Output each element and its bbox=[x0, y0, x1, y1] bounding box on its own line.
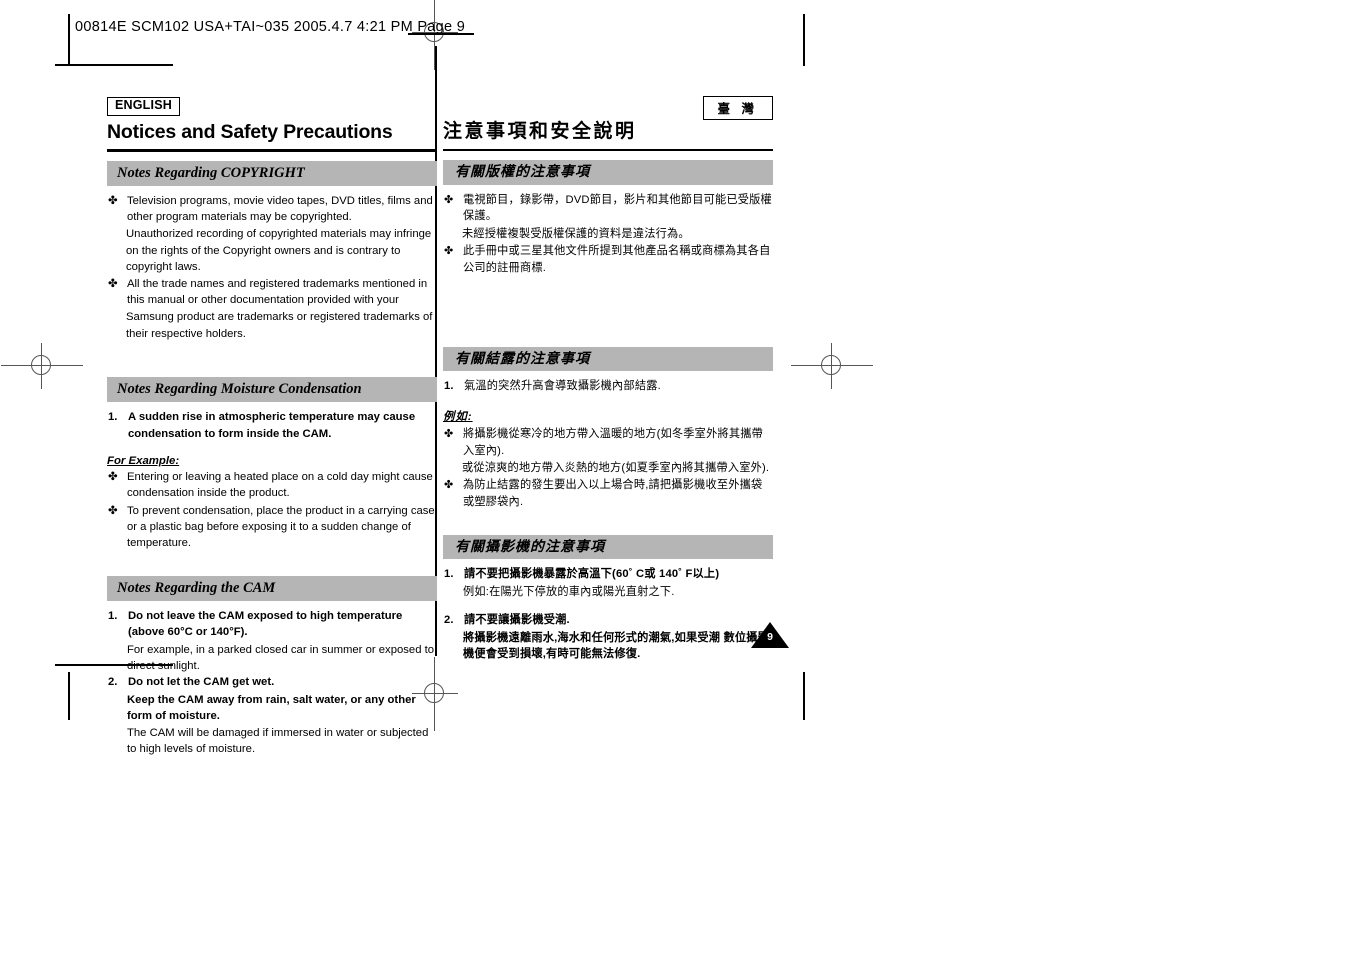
section-heading-copyright-zh: 有關版權的注意事項 bbox=[443, 160, 773, 185]
list-number: 2. bbox=[108, 676, 118, 689]
section-heading-cam-zh: 有關攝影機的注意事項 bbox=[443, 534, 773, 560]
bullet-icon: ✤ bbox=[444, 193, 454, 206]
page-number-label: 9 bbox=[767, 631, 773, 643]
for-example-label-zh: 例如: bbox=[443, 410, 473, 423]
paragraph-text: Samsung product are trademarks or regist… bbox=[126, 311, 433, 340]
list-item: ✤ 此手冊中或三星其他文件所提到其他產品名稱或商標為其各自公司的註冊商標. bbox=[443, 243, 773, 277]
list-item: 1. Do not leave the CAM exposed to high … bbox=[107, 608, 437, 641]
section-body-moisture: 1. A sudden rise in atmospheric temperat… bbox=[107, 402, 437, 552]
list-item-text: Do not leave the CAM exposed to high tem… bbox=[128, 609, 403, 639]
list-number: 1. bbox=[108, 609, 118, 622]
paragraph-text: 或從涼爽的地方帶入炎熱的地方(如夏季室內將其攜帶入室外). bbox=[462, 462, 770, 475]
chinese-column: 臺 灣 注意事項和安全說明 有關版權的注意事項 ✤ 電視節目，錄影帶，DVD節目… bbox=[443, 96, 773, 663]
list-item-text: 此手冊中或三星其他文件所提到其他產品名稱或商標為其各自公司的註冊商標. bbox=[463, 244, 771, 274]
bullet-icon: ✤ bbox=[444, 244, 454, 257]
film-slug-text: 00814E SCM102 USA+TAI~035 2005.4.7 4:21 … bbox=[75, 19, 466, 35]
language-badge-taiwan: 臺 灣 bbox=[702, 96, 773, 120]
crop-mark-bottom-left-vertical bbox=[68, 672, 70, 720]
list-number: 2. bbox=[444, 613, 454, 626]
list-item-text: Television programs, movie video tapes, … bbox=[127, 194, 433, 224]
section-body-copyright-zh: ✤ 電視節目，錄影帶，DVD節目，影片和其他節目可能已受版權保護。 未經授權複製… bbox=[443, 185, 773, 277]
paragraph-text: Unauthorized recording of copyrighted ma… bbox=[126, 228, 432, 274]
list-item-text: 將攝影機從寒冷的地方帶入溫暖的地方(如冬季室外將其攜帶入室內). bbox=[463, 427, 764, 457]
title-rule-english bbox=[107, 149, 437, 152]
paragraph-text: For example, in a parked closed car in s… bbox=[127, 643, 435, 673]
page-title-chinese: 注意事項和安全說明 bbox=[443, 121, 637, 142]
bullet-icon: ✤ bbox=[444, 479, 454, 492]
registration-mark-left bbox=[1, 343, 83, 389]
film-slug-underline bbox=[408, 33, 474, 35]
list-item: 1. A sudden rise in atmospheric temperat… bbox=[107, 409, 437, 442]
list-item-text: 電視節目，錄影帶，DVD節目，影片和其他節目可能已受版權保護。 bbox=[463, 193, 772, 223]
document-page: 00814E SCM102 USA+TAI~035 2005.4.7 4:21 … bbox=[0, 0, 1348, 954]
list-item: 2. 請不要讓攝影機受潮. bbox=[443, 612, 773, 629]
paragraph-text: 將攝影機遠離雨水,海水和任何形式的潮氣,如果受潮 數位攝影機便會受到損壞,有時可… bbox=[463, 631, 770, 661]
bullet-icon: ✤ bbox=[108, 277, 118, 290]
list-item: ✤ Television programs, movie video tapes… bbox=[107, 193, 437, 226]
bullet-icon: ✤ bbox=[108, 470, 118, 483]
list-item-text: Do not let the CAM get wet. bbox=[128, 676, 275, 689]
section-heading-cam: Notes Regarding the CAM bbox=[107, 575, 437, 601]
list-item: 1. 請不要把攝影機暴露於高溫下(60˚ C或 140˚ F以上) bbox=[443, 566, 773, 583]
section-heading-moisture-zh: 有關結露的注意事項 bbox=[443, 346, 773, 372]
list-number: 1. bbox=[108, 411, 118, 424]
list-item-text: All the trade names and registered trade… bbox=[127, 277, 428, 306]
list-item: ✤ To prevent condensation, place the pro… bbox=[107, 503, 437, 552]
list-item: ✤ 將攝影機從寒冷的地方帶入溫暖的地方(如冬季室外將其攜帶入室內). bbox=[443, 426, 773, 460]
english-column: ENGLISH Notices and Safety Precautions N… bbox=[107, 96, 437, 757]
section-body-cam: 1. Do not leave the CAM exposed to high … bbox=[107, 601, 437, 757]
paragraph-text: Keep the CAM away from rain, salt water,… bbox=[127, 693, 416, 723]
list-item-text: To prevent condensation, place the produ… bbox=[127, 504, 435, 550]
page-number-badge: 9 bbox=[751, 622, 789, 648]
crop-mark-top-left-horizontal bbox=[55, 64, 173, 66]
list-number: 1. bbox=[444, 568, 454, 581]
list-item-text: 氣溫的突然升高會導致攝影機內部結露. bbox=[464, 380, 661, 393]
section-heading-moisture: Notes Regarding Moisture Condensation bbox=[107, 377, 437, 403]
section-heading-copyright: Notes Regarding COPYRIGHT bbox=[107, 160, 437, 186]
list-item: 2. Do not let the CAM get wet. bbox=[107, 674, 437, 690]
language-badge-english: ENGLISH bbox=[107, 97, 180, 116]
list-item: ✤ 電視節目，錄影帶，DVD節目，影片和其他節目可能已受版權保護。 bbox=[443, 192, 773, 226]
list-item: 1. 氣溫的突然升高會導致攝影機內部結露. bbox=[443, 378, 773, 395]
bullet-icon: ✤ bbox=[444, 427, 454, 440]
chinese-badge-row: 臺 灣 bbox=[443, 96, 773, 120]
list-number: 1. bbox=[444, 380, 454, 393]
registration-mark-right bbox=[791, 343, 873, 389]
paragraph-text: 例如:在陽光下停放的車內或陽光直射之下. bbox=[463, 586, 675, 599]
paragraph-text: The CAM will be damaged if immersed in w… bbox=[127, 726, 429, 755]
paragraph-text: 未經授權複製受版權保護的資料是違法行為。 bbox=[462, 228, 690, 241]
list-item: ✤ All the trade names and registered tra… bbox=[107, 276, 437, 309]
crop-mark-top-right-vertical bbox=[803, 14, 805, 66]
section-body-moisture-zh: 1. 氣溫的突然升高會導致攝影機內部結露. 例如: ✤ 將攝影機從寒冷的地方帶入… bbox=[443, 371, 773, 511]
section-body-cam-zh: 1. 請不要把攝影機暴露於高溫下(60˚ C或 140˚ F以上) 例如:在陽光… bbox=[443, 559, 773, 663]
bullet-icon: ✤ bbox=[108, 194, 118, 207]
list-item-text: A sudden rise in atmospheric temperature… bbox=[128, 411, 416, 440]
section-body-copyright: ✤ Television programs, movie video tapes… bbox=[107, 186, 437, 342]
crop-mark-bottom-right-vertical bbox=[803, 672, 805, 720]
list-item: ✤ Entering or leaving a heated place on … bbox=[107, 469, 437, 502]
list-item: ✤ 為防止結露的發生要出入以上場合時,請把攝影機收至外攜袋或塑膠袋內. bbox=[443, 477, 773, 511]
list-item-text: Entering or leaving a heated place on a … bbox=[127, 470, 433, 500]
for-example-label: For Example: bbox=[107, 454, 180, 467]
list-item-text: 請不要讓攝影機受潮. bbox=[464, 613, 570, 626]
list-item-text: 請不要把攝影機暴露於高溫下(60˚ C或 140˚ F以上) bbox=[464, 568, 720, 581]
page-title-english: Notices and Safety Precautions bbox=[107, 121, 393, 143]
title-rule-chinese bbox=[443, 148, 773, 152]
bullet-icon: ✤ bbox=[108, 504, 118, 517]
english-badge-row: ENGLISH bbox=[107, 96, 437, 116]
list-item-text: 為防止結露的發生要出入以上場合時,請把攝影機收至外攜袋或塑膠袋內. bbox=[463, 479, 763, 508]
